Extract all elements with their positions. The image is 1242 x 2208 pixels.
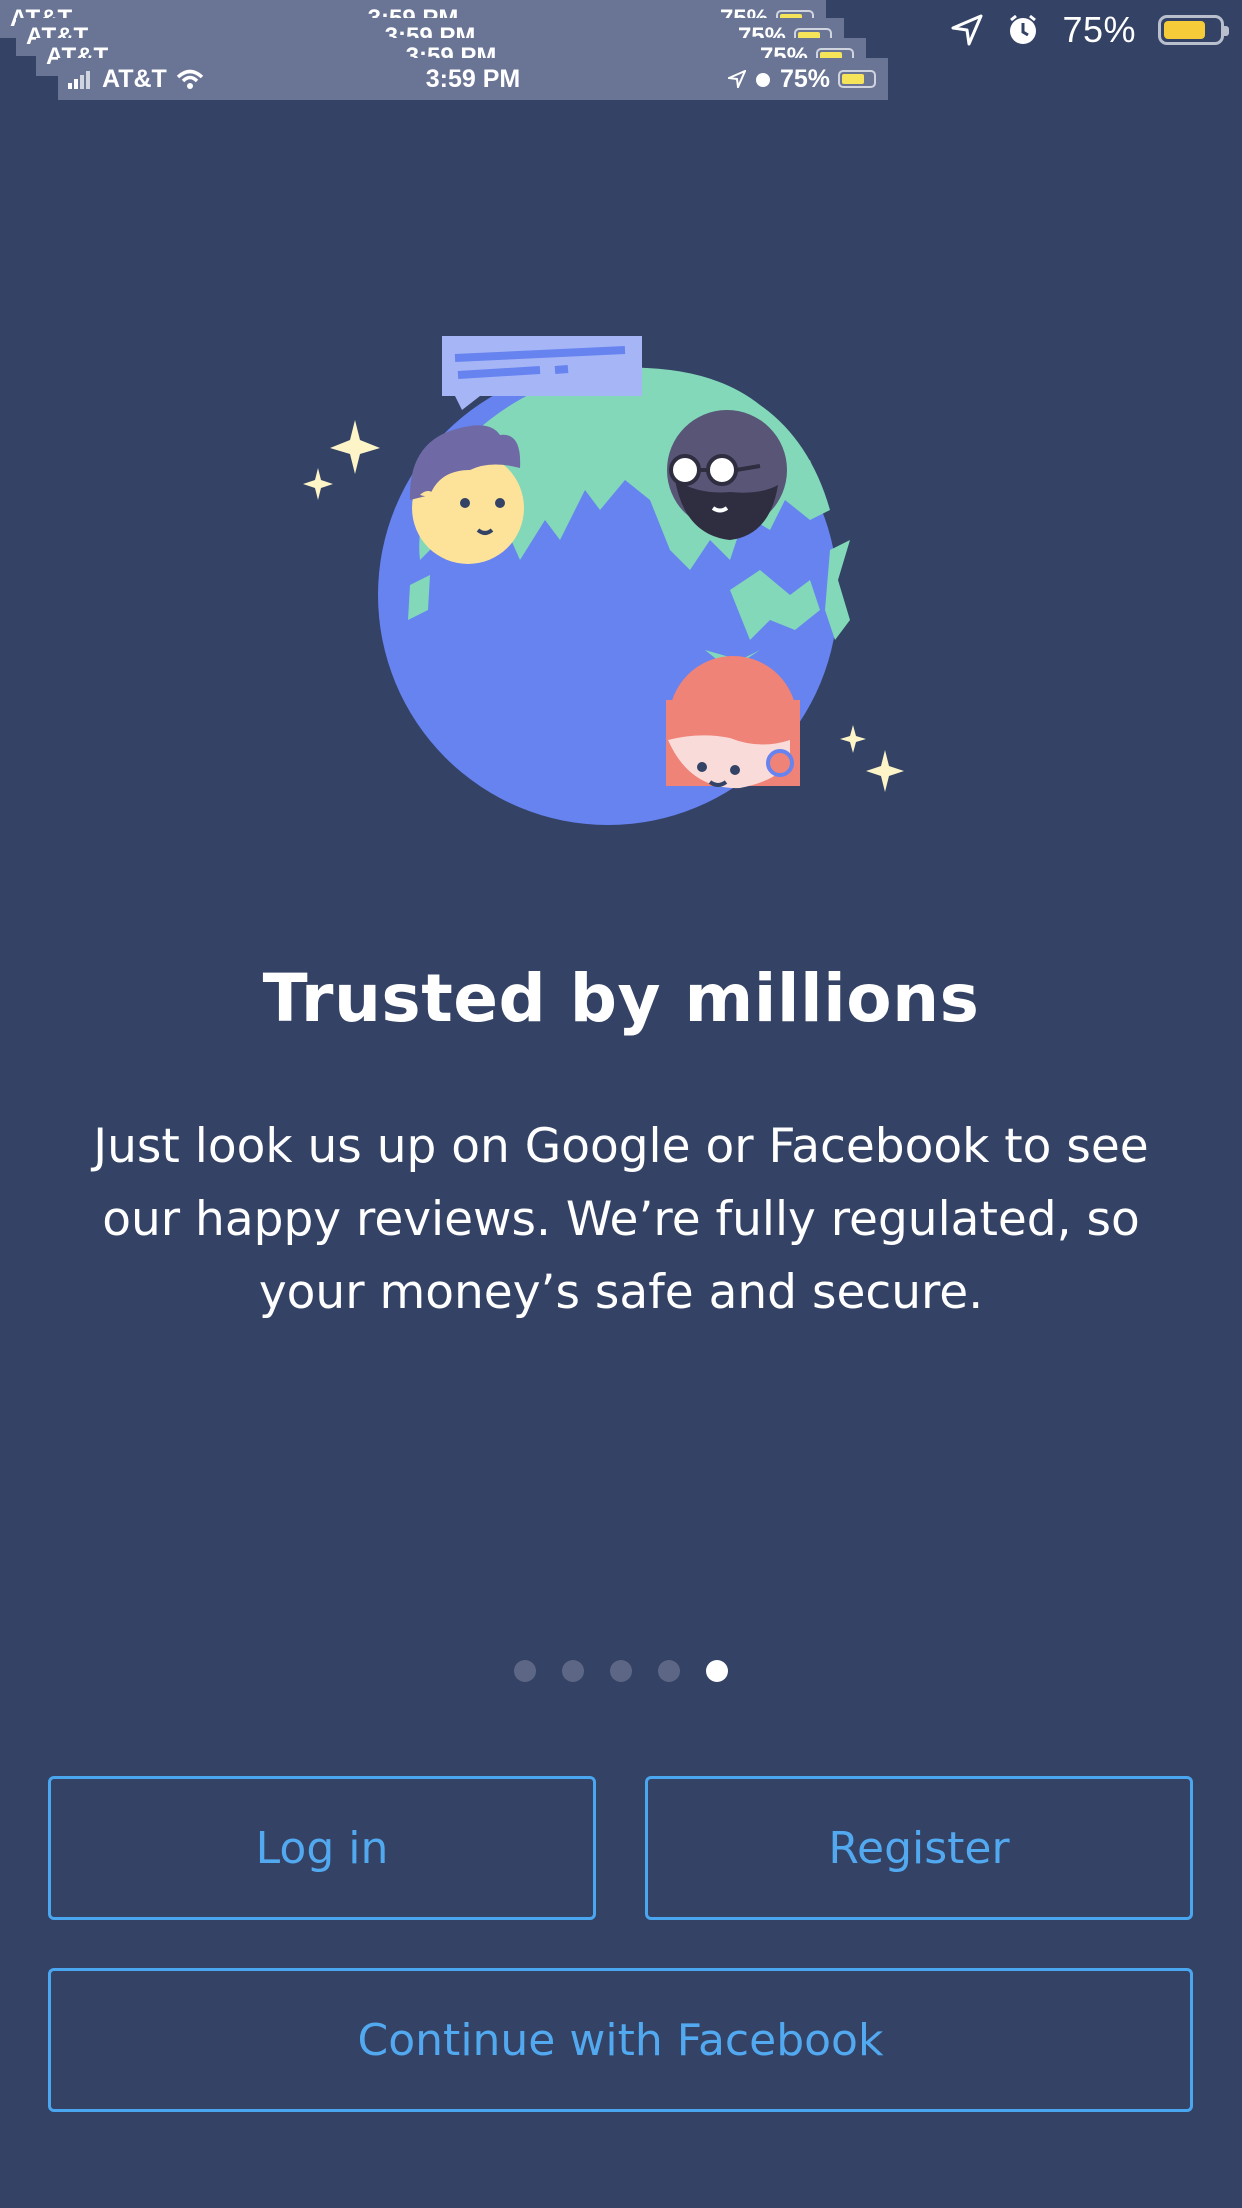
page-dot-4[interactable] bbox=[658, 1660, 680, 1682]
ghost-time: 3:59 PM bbox=[425, 64, 521, 93]
onboarding-screen: AT&T 3:59 PM 75% AT&T 3:59 PM 75% AT&T 3… bbox=[0, 0, 1242, 2208]
page-indicator[interactable] bbox=[0, 1660, 1242, 1682]
alarm-icon bbox=[1010, 14, 1037, 44]
page-dot-5[interactable] bbox=[706, 1660, 728, 1682]
battery-percentage: 75% bbox=[1062, 9, 1136, 50]
continue-with-facebook-button[interactable]: Continue with Facebook bbox=[48, 1968, 1193, 2112]
sparkle-icon bbox=[303, 420, 380, 500]
ghost-status-bar: AT&T 3:59 PM 75% bbox=[58, 58, 888, 100]
location-arrow-icon bbox=[951, 14, 983, 46]
page-dot-1[interactable] bbox=[514, 1660, 536, 1682]
battery-icon bbox=[838, 70, 876, 88]
page-title: Trusted by millions bbox=[262, 960, 980, 1037]
description-line: Just look us up on Google or Facebook to… bbox=[93, 1119, 1149, 1174]
signal-bars-icon bbox=[68, 71, 90, 89]
ghost-carrier: AT&T bbox=[102, 64, 167, 93]
description: Just look us up on Google or Facebook to… bbox=[40, 1110, 1202, 1329]
register-button[interactable]: Register bbox=[645, 1776, 1193, 1920]
sparkle-icon bbox=[840, 725, 904, 792]
wifi-icon bbox=[176, 69, 203, 89]
login-button[interactable]: Log in bbox=[48, 1776, 596, 1920]
status-bar: 75% bbox=[950, 8, 1229, 52]
description-line: your money’s safe and secure. bbox=[258, 1265, 984, 1320]
ghost-battery-pct: 75% bbox=[779, 64, 830, 93]
avatar-man-icon bbox=[409, 425, 524, 564]
page-dot-3[interactable] bbox=[610, 1660, 632, 1682]
battery-icon bbox=[1158, 15, 1229, 45]
alarm-icon bbox=[755, 73, 770, 87]
description-line: our happy reviews. We’re fully regulated… bbox=[102, 1192, 1140, 1247]
globe-people-illustration bbox=[303, 336, 904, 825]
page-dot-2[interactable] bbox=[562, 1660, 584, 1682]
location-arrow-icon bbox=[727, 70, 746, 88]
